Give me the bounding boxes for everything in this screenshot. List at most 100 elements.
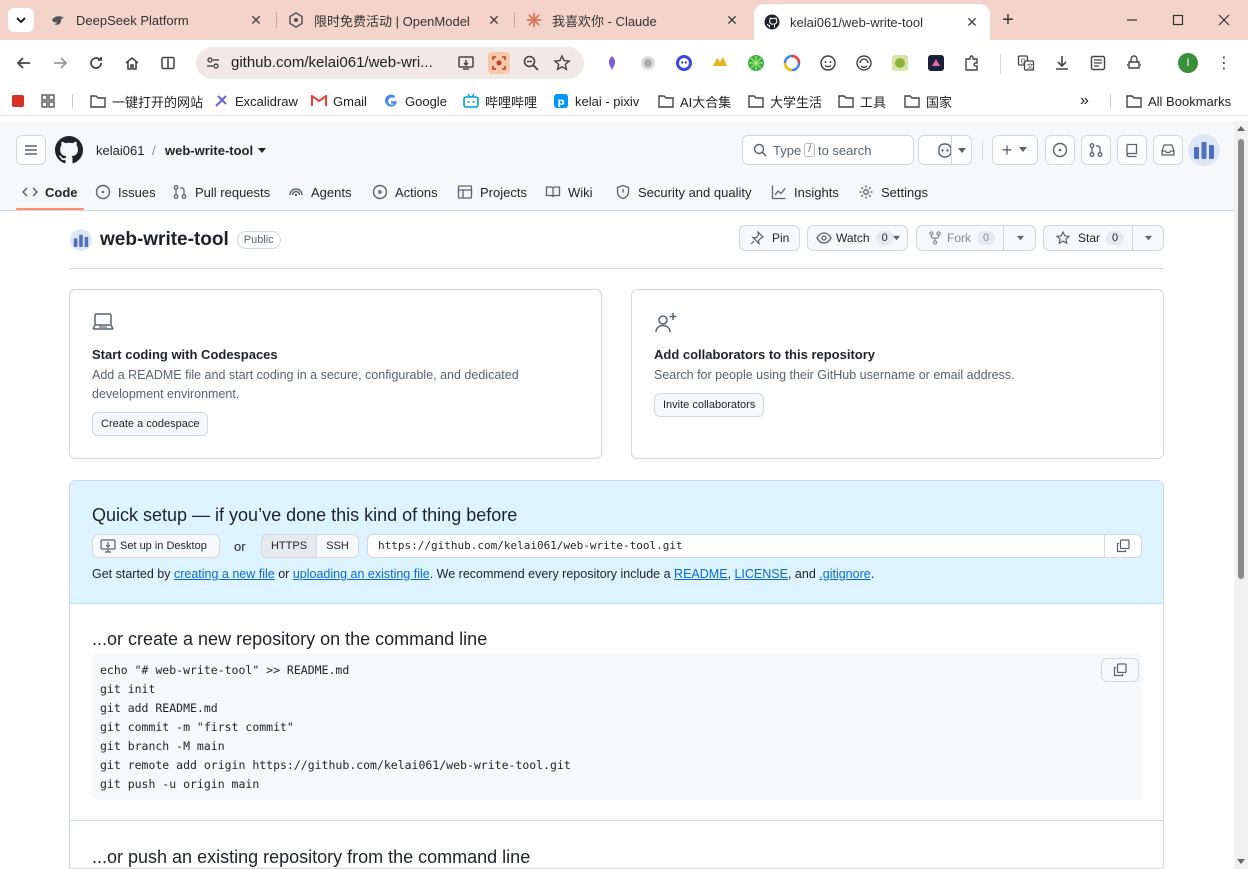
copilot-button[interactable] <box>918 135 972 165</box>
close-icon[interactable]: ✕ <box>964 14 980 30</box>
tab-pull-requests[interactable]: Pull requests <box>172 179 270 205</box>
upload-file-link[interactable]: uploading an existing file <box>293 567 430 581</box>
tab-claude[interactable]: 我喜欢你 - Claude ✕ <box>516 6 750 34</box>
issues-button[interactable] <box>1045 135 1075 165</box>
invite-collaborators-button[interactable]: Invite collaborators <box>654 393 765 417</box>
menu-icon[interactable]: ⋮ <box>1214 53 1234 73</box>
puzzle-extensions-icon[interactable] <box>962 53 982 73</box>
reload-button[interactable] <box>83 50 109 76</box>
tab-agents[interactable]: Agents <box>288 179 351 205</box>
extension-icon[interactable] <box>602 53 622 73</box>
bookmark-folder[interactable]: 工具 <box>838 92 886 110</box>
scroll-up-icon[interactable] <box>1237 125 1245 131</box>
tab-projects[interactable]: Projects <box>457 179 527 205</box>
bookmark-folder[interactable]: 大学生活 <box>748 92 822 110</box>
pull-requests-button[interactable] <box>1081 135 1111 165</box>
tab-actions[interactable]: Actions <box>372 179 438 205</box>
bookmark-folder[interactable]: 国家 <box>904 92 952 110</box>
bookmark-folder[interactable]: 一键打开的网站 <box>90 92 203 110</box>
close-icon[interactable]: ✕ <box>248 12 264 28</box>
site-info-icon[interactable] <box>204 54 222 72</box>
home-button[interactable] <box>119 50 145 76</box>
pin-button[interactable]: Pin <box>739 225 800 251</box>
apps-button[interactable] <box>40 92 62 110</box>
page-scrollbar[interactable] <box>1234 121 1248 869</box>
tab-github-active[interactable]: kelai061/web-write-tool ✕ <box>754 4 990 40</box>
forward-button[interactable] <box>47 50 73 76</box>
watch-button[interactable]: Watch 0 <box>807 225 908 251</box>
caret-down-icon[interactable] <box>257 147 267 155</box>
bookmark-pixiv[interactable]: p kelai - pixiv <box>553 92 639 110</box>
extension-icon[interactable] <box>854 53 874 73</box>
github-logo-icon[interactable] <box>55 136 83 164</box>
bookmark-gmail[interactable]: Gmail <box>311 92 367 110</box>
close-window-button[interactable] <box>1212 8 1236 32</box>
tab-deepseek[interactable]: DeepSeek Platform ✕ <box>40 6 274 34</box>
repo-name[interactable]: web-write-tool <box>100 229 229 251</box>
url-text[interactable]: github.com/kelai061/web-wri... <box>231 54 446 71</box>
maximize-button[interactable] <box>1166 8 1190 32</box>
extension-icon[interactable] <box>746 53 766 73</box>
extension-icon[interactable] <box>818 53 838 73</box>
translate-icon[interactable]: G文 <box>1016 53 1036 73</box>
repositories-button[interactable] <box>1117 135 1147 165</box>
create-new-button[interactable]: + <box>992 135 1038 165</box>
global-menu-button[interactable] <box>16 135 46 165</box>
tab-insights[interactable]: Insights <box>771 179 839 205</box>
fork-button[interactable]: Fork 0 <box>916 225 1036 251</box>
bookmark-google[interactable]: Google <box>383 92 447 110</box>
create-codespace-button[interactable]: Create a codespace <box>92 412 209 436</box>
new-tab-button[interactable]: + <box>996 8 1020 32</box>
copy-commands-button[interactable] <box>1101 658 1139 682</box>
tab-wiki[interactable]: Wiki <box>545 179 593 205</box>
reading-list-icon[interactable] <box>1088 53 1108 73</box>
user-avatar[interactable] <box>1188 134 1220 166</box>
star-button[interactable]: Star 0 <box>1043 225 1164 251</box>
more-bookmarks-button[interactable]: » <box>1080 92 1089 110</box>
tab-issues[interactable]: Issues <box>95 179 156 205</box>
ssh-toggle[interactable]: SSH <box>316 534 359 558</box>
copy-url-button[interactable] <box>1104 534 1141 558</box>
star-bookmark-icon[interactable] <box>553 54 571 72</box>
extension-icon[interactable] <box>638 53 658 73</box>
https-toggle[interactable]: HTTPS <box>261 534 317 558</box>
inbox-button[interactable] <box>1153 135 1183 165</box>
setup-desktop-button[interactable]: Set up in Desktop <box>92 534 220 558</box>
bookmark-bilibili[interactable]: 哔哩哔哩 <box>463 92 537 110</box>
profile-avatar[interactable]: I <box>1178 53 1198 73</box>
search-input[interactable]: Type / to search <box>742 135 914 165</box>
address-bar[interactable]: github.com/kelai061/web-wri... <box>196 47 584 79</box>
gitignore-link[interactable]: .gitignore <box>819 567 870 581</box>
tab-search-button[interactable] <box>8 8 34 32</box>
close-icon[interactable]: ✕ <box>724 12 740 28</box>
all-bookmarks-button[interactable]: All Bookmarks <box>1126 92 1231 110</box>
screenshot-icon[interactable] <box>488 52 510 74</box>
scroll-down-icon[interactable] <box>1237 859 1245 865</box>
install-app-icon[interactable] <box>457 54 475 72</box>
scrollbar-thumb[interactable] <box>1238 139 1244 579</box>
readme-link[interactable]: README <box>674 567 727 581</box>
download-icon[interactable] <box>1052 53 1072 73</box>
zoom-icon[interactable] <box>522 54 540 72</box>
minimize-button[interactable] <box>1120 8 1144 32</box>
clone-url-field[interactable]: https://github.com/kelai061/web-write-to… <box>367 534 1142 558</box>
back-button[interactable] <box>11 50 37 76</box>
extension-icon[interactable] <box>1124 53 1144 73</box>
extension-icon[interactable] <box>926 53 946 73</box>
extension-icon[interactable] <box>782 53 802 73</box>
close-icon[interactable]: ✕ <box>486 12 502 28</box>
extension-icon[interactable] <box>890 53 910 73</box>
clone-url[interactable]: https://github.com/kelai061/web-write-to… <box>378 539 683 552</box>
create-new-file-link[interactable]: creating a new file <box>174 567 275 581</box>
license-link[interactable]: LICENSE <box>734 567 788 581</box>
tab-settings[interactable]: Settings <box>858 179 928 205</box>
extension-icon[interactable] <box>674 53 694 73</box>
bookmark-app-red[interactable] <box>10 92 32 110</box>
tab-code[interactable]: Code <box>22 179 78 205</box>
tab-security[interactable]: Security and quality <box>615 179 751 205</box>
tab-openmodel[interactable]: 限时免费活动 | OpenModel ✕ <box>278 6 512 34</box>
breadcrumb-repo[interactable]: web-write-tool <box>165 143 253 158</box>
bookmark-excalidraw[interactable]: Excalidraw <box>213 92 298 110</box>
extension-icon[interactable] <box>710 53 730 73</box>
split-view-button[interactable] <box>155 50 181 76</box>
